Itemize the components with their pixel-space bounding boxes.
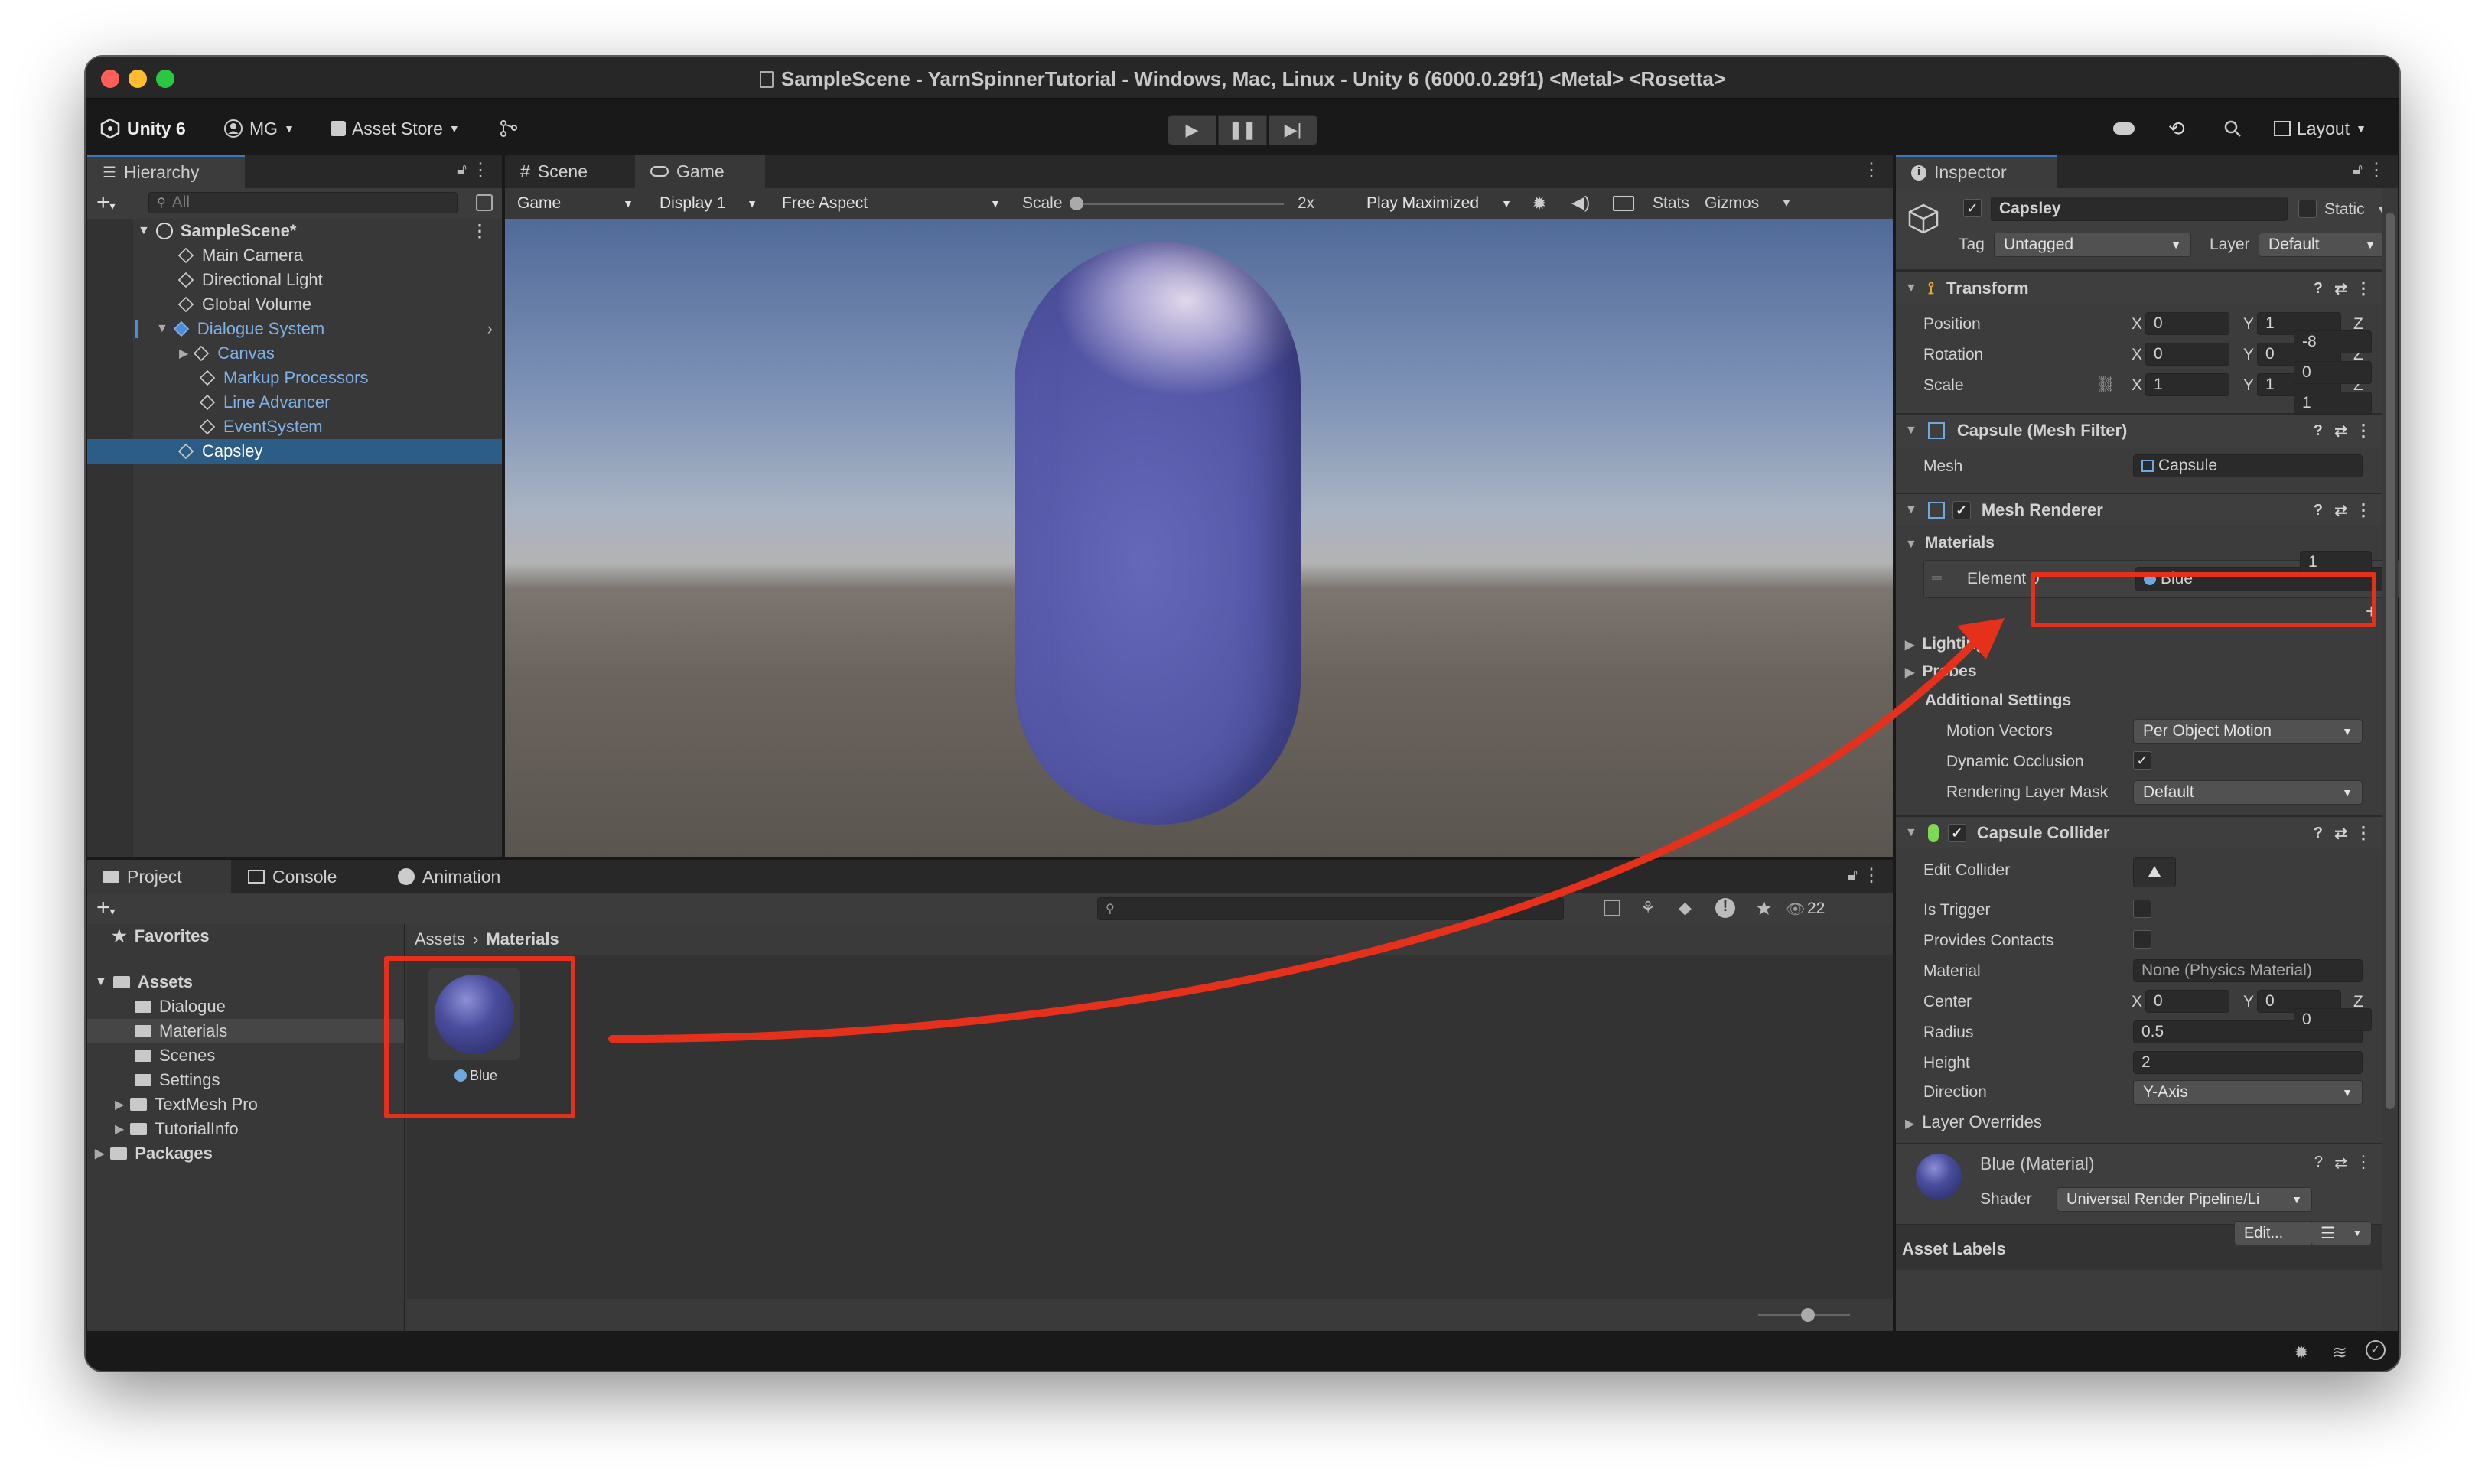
annotation-arrow [608,618,2005,1043]
